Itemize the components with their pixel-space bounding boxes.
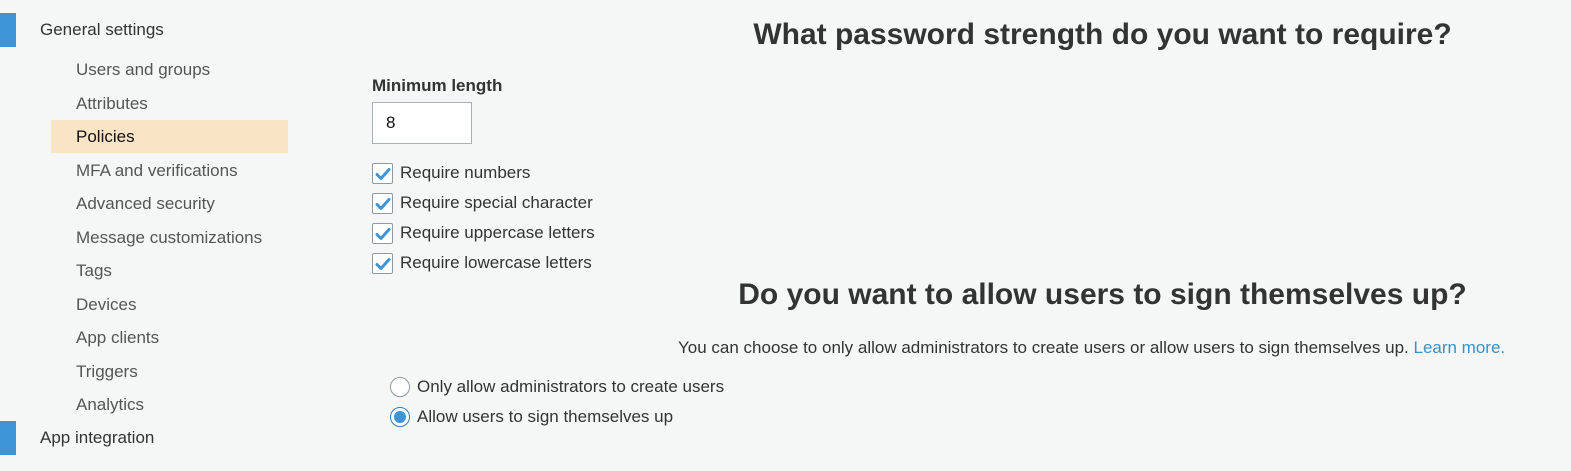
require-numbers-label: Require numbers xyxy=(400,163,531,182)
self-sign-up-radio[interactable] xyxy=(390,407,410,427)
admin-only-radio[interactable] xyxy=(390,377,410,397)
sidebar-item-triggers[interactable]: Triggers xyxy=(51,355,288,388)
sign-up-description-text: You can choose to only allow administrat… xyxy=(678,338,1409,357)
sidebar-section-general-settings[interactable]: General settings xyxy=(0,13,300,47)
self-sign-up-option[interactable]: Allow users to sign themselves up xyxy=(390,406,673,428)
section-indicator xyxy=(0,13,16,47)
require-uppercase-letters-option[interactable]: Require uppercase letters xyxy=(372,222,595,244)
require-special-character-label: Require special character xyxy=(400,193,593,212)
sidebar-item-analytics[interactable]: Analytics xyxy=(51,388,288,421)
password-strength-heading: What password strength do you want to re… xyxy=(753,18,1452,51)
learn-more-link[interactable]: Learn more. xyxy=(1413,338,1505,357)
page: General settings Users and groups Attrib… xyxy=(0,0,1571,471)
sidebar-item-mfa-and-verifications[interactable]: MFA and verifications xyxy=(51,154,288,187)
require-numbers-option[interactable]: Require numbers xyxy=(372,162,530,184)
minimum-length-label: Minimum length xyxy=(372,76,503,95)
require-uppercase-letters-label: Require uppercase letters xyxy=(400,223,595,242)
checkmark-icon xyxy=(375,227,391,240)
sidebar-item-app-clients[interactable]: App clients xyxy=(51,321,288,354)
sidebar-item-message-customizations[interactable]: Message customizations xyxy=(51,221,288,254)
require-lowercase-letters-option[interactable]: Require lowercase letters xyxy=(372,252,592,274)
sidebar-item-users-and-groups[interactable]: Users and groups xyxy=(51,53,288,86)
admin-only-option[interactable]: Only allow administrators to create user… xyxy=(390,376,724,398)
require-numbers-checkbox[interactable] xyxy=(372,162,393,184)
sidebar-section-label: App integration xyxy=(40,428,155,447)
section-indicator xyxy=(0,421,16,455)
sign-up-description: You can choose to only allow administrat… xyxy=(678,338,1505,358)
sidebar-item-attributes[interactable]: Attributes xyxy=(51,87,288,120)
sidebar: General settings Users and groups Attrib… xyxy=(0,0,300,471)
minimum-length-input[interactable] xyxy=(372,102,472,144)
sidebar-item-devices[interactable]: Devices xyxy=(51,288,288,321)
checkmark-icon xyxy=(375,257,391,270)
admin-only-label: Only allow administrators to create user… xyxy=(417,377,725,396)
sidebar-item-advanced-security[interactable]: Advanced security xyxy=(51,187,288,220)
self-sign-up-label: Allow users to sign themselves up xyxy=(417,407,674,426)
require-special-character-checkbox[interactable] xyxy=(372,192,393,214)
require-special-character-option[interactable]: Require special character xyxy=(372,192,593,214)
checkmark-icon xyxy=(375,167,391,180)
require-lowercase-letters-checkbox[interactable] xyxy=(372,252,393,274)
require-lowercase-letters-label: Require lowercase letters xyxy=(400,253,592,272)
sign-up-heading: Do you want to allow users to sign thems… xyxy=(738,278,1467,311)
sidebar-item-tags[interactable]: Tags xyxy=(51,254,288,287)
sidebar-section-label: General settings xyxy=(40,20,164,39)
require-uppercase-letters-checkbox[interactable] xyxy=(372,222,393,244)
sidebar-section-app-integration[interactable]: App integration xyxy=(0,421,300,455)
sidebar-item-policies[interactable]: Policies xyxy=(51,120,288,153)
checkmark-icon xyxy=(375,197,391,210)
